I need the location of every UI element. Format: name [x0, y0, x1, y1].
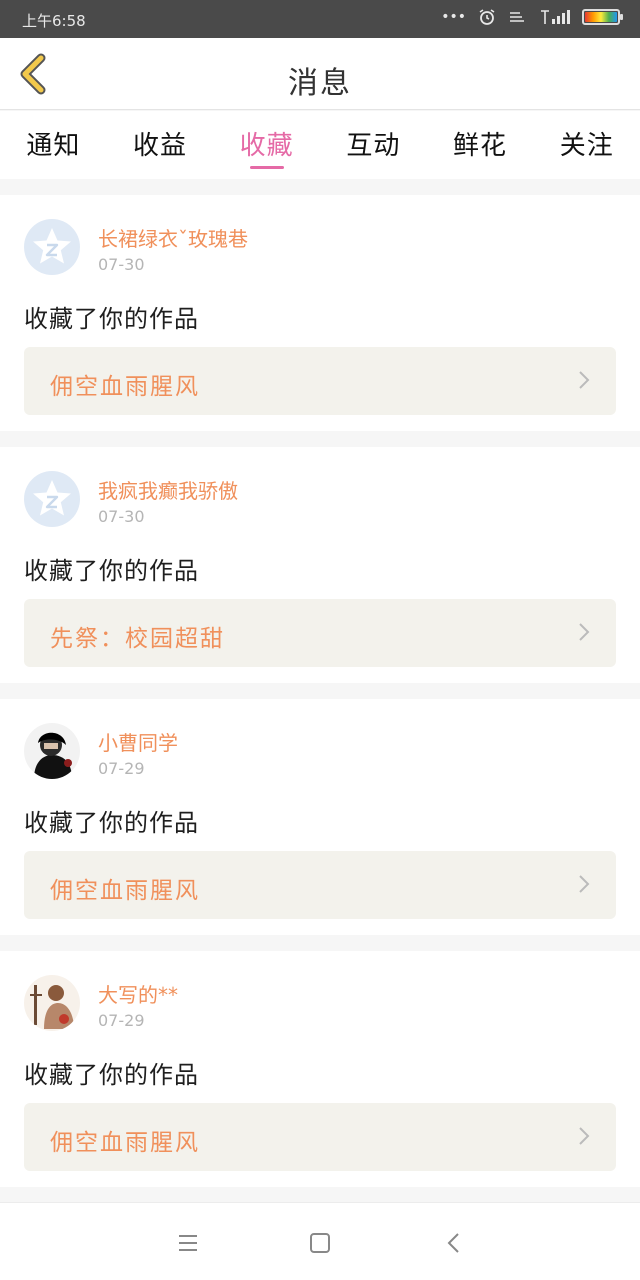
chevron-right-icon — [579, 371, 590, 389]
chevron-right-icon — [579, 1127, 590, 1145]
avatar[interactable] — [24, 219, 80, 275]
photo-avatar-illustration — [24, 975, 80, 1031]
work-title: 佣空血雨腥风 — [50, 1130, 200, 1156]
tab-notifications[interactable]: 通知 — [0, 111, 107, 179]
message-date: 07-29 — [98, 1011, 145, 1030]
tab-favorites[interactable]: 收藏 — [213, 111, 320, 179]
signal-icon — [541, 10, 570, 24]
work-title: 佣空血雨腥风 — [50, 374, 200, 400]
action-text: 收藏了你的作品 — [24, 305, 199, 333]
back-icon[interactable] — [440, 1229, 468, 1257]
work-link[interactable]: 佣空血雨腥风 — [24, 347, 616, 415]
avatar[interactable] — [24, 723, 80, 779]
username[interactable]: 大写的** — [98, 979, 178, 1008]
menu-icon[interactable] — [174, 1229, 202, 1257]
data-icon — [510, 12, 524, 22]
username[interactable]: 小曹同学 — [98, 727, 178, 756]
alarm-icon — [479, 9, 495, 25]
photo-avatar-dark — [24, 723, 80, 779]
chevron-right-icon — [579, 623, 590, 641]
action-text: 收藏了你的作品 — [24, 557, 199, 585]
list-item: 长裙绿衣ˇ玫瑰巷 07-30 收藏了你的作品 佣空血雨腥风 — [0, 195, 640, 431]
header-bar: 消息 — [0, 38, 640, 110]
tab-flowers[interactable]: 鲜花 — [427, 111, 534, 179]
tab-follows[interactable]: 关注 — [533, 111, 640, 179]
avatar[interactable] — [24, 975, 80, 1031]
work-title: 佣空血雨腥风 — [50, 878, 200, 904]
home-square-icon[interactable] — [306, 1229, 334, 1257]
avatar[interactable] — [24, 471, 80, 527]
action-text: 收藏了你的作品 — [24, 809, 199, 837]
list-item: 我疯我癫我骄傲 07-30 收藏了你的作品 先祭：校园超甜 — [0, 447, 640, 683]
system-nav-bar — [0, 1202, 640, 1280]
chevron-right-icon — [579, 875, 590, 893]
status-icons: ••• — [441, 8, 623, 26]
work-link[interactable]: 佣空血雨腥风 — [24, 1103, 616, 1171]
message-tabs: 通知 收益 收藏 互动 鲜花 关注 — [0, 111, 640, 179]
default-avatar-icon — [33, 480, 71, 516]
more-dots-icon: ••• — [441, 9, 466, 25]
tab-earnings[interactable]: 收益 — [107, 111, 214, 179]
list-item: 小曹同学 07-29 收藏了你的作品 佣空血雨腥风 — [0, 699, 640, 935]
battery-icon — [582, 9, 623, 25]
message-date: 07-30 — [98, 507, 145, 526]
action-text: 收藏了你的作品 — [24, 1061, 199, 1089]
status-time: 上午6:58 — [22, 12, 86, 30]
message-date: 07-29 — [98, 759, 145, 778]
username[interactable]: 我疯我癫我骄傲 — [98, 475, 238, 504]
work-title: 先祭：校园超甜 — [50, 626, 225, 652]
page-title: 消息 — [288, 66, 352, 101]
status-bar: 上午6:58 ••• — [0, 0, 640, 38]
username[interactable]: 长裙绿衣ˇ玫瑰巷 — [98, 223, 248, 252]
work-link[interactable]: 先祭：校园超甜 — [24, 599, 616, 667]
default-avatar-icon — [33, 228, 71, 264]
list-item: 大写的** 07-29 收藏了你的作品 佣空血雨腥风 — [0, 951, 640, 1187]
work-link[interactable]: 佣空血雨腥风 — [24, 851, 616, 919]
message-date: 07-30 — [98, 255, 145, 274]
tab-interactions[interactable]: 互动 — [320, 111, 427, 179]
message-list: 长裙绿衣ˇ玫瑰巷 07-30 收藏了你的作品 佣空血雨腥风 我疯我癫我骄傲 07… — [0, 179, 640, 1187]
